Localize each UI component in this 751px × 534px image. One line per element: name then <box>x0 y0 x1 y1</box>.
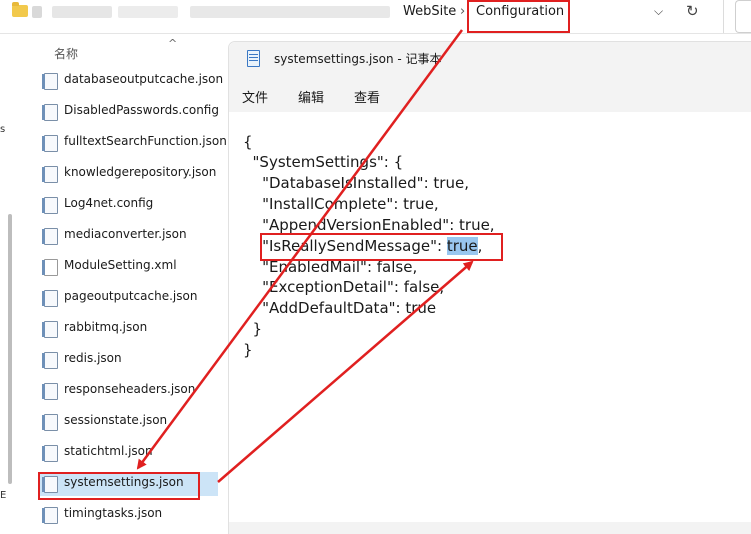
file-item[interactable]: pageoutputcache.json <box>38 286 218 310</box>
annotation-box-file <box>38 472 200 500</box>
sort-ascending-icon: ^ <box>168 37 178 50</box>
file-icon <box>42 352 58 369</box>
notepad-titlebar[interactable]: systemsettings.json - 记事本 <box>229 42 751 76</box>
file-icon <box>42 135 58 152</box>
file-name: sessionstate.json <box>64 413 168 427</box>
file-icon <box>42 166 58 183</box>
menu-edit[interactable]: 编辑 <box>298 87 324 106</box>
file-item[interactable]: databaseoutputcache.json <box>38 69 223 93</box>
scrollbar[interactable] <box>8 214 12 484</box>
column-header-name[interactable]: 名称 <box>54 45 78 62</box>
file-name: rabbitmq.json <box>64 320 148 334</box>
file-icon <box>42 104 58 121</box>
file-item[interactable]: timingtasks.json <box>38 503 218 527</box>
notepad-window: systemsettings.json - 记事本 文件 编辑 查看 { "Sy… <box>228 41 751 534</box>
annotation-box-setting <box>260 233 503 261</box>
nav-fragment: s <box>0 124 6 135</box>
file-item[interactable]: Log4net.config <box>38 193 218 217</box>
file-name: DisabledPasswords.config <box>64 103 219 117</box>
redacted-path <box>52 6 112 18</box>
file-name: Log4net.config <box>64 196 154 210</box>
file-name: knowledgerepository.json <box>64 165 217 179</box>
folder-icon <box>12 2 28 17</box>
menu-view[interactable]: 查看 <box>354 87 380 106</box>
notepad-icon <box>247 50 260 67</box>
file-item[interactable]: statichtml.json <box>38 441 218 465</box>
file-item[interactable]: ModuleSetting.xml <box>38 255 218 279</box>
nav-fragment: E <box>0 490 7 501</box>
file-item[interactable]: rabbitmq.json <box>38 317 218 341</box>
file-icon <box>42 197 58 214</box>
redacted-path <box>32 6 42 18</box>
window-title: systemsettings.json - 记事本 <box>274 52 442 66</box>
file-icon <box>42 228 58 245</box>
file-icon <box>42 383 58 400</box>
file-item[interactable]: fulltextSearchFunction.json <box>38 131 227 155</box>
refresh-icon[interactable]: ↻ <box>686 2 699 20</box>
code-line: "ExceptionDetail": false, <box>243 278 445 296</box>
file-item[interactable]: mediaconverter.json <box>38 224 218 248</box>
file-item[interactable]: knowledgerepository.json <box>38 162 218 186</box>
file-list: 名称 ^ databaseoutputcache.json DisabledPa… <box>22 34 232 533</box>
file-name: pageoutputcache.json <box>64 289 198 303</box>
file-icon <box>42 73 58 90</box>
code-line: "InstallComplete": true, <box>243 195 439 213</box>
file-name: fulltextSearchFunction.json <box>64 134 227 148</box>
annotation-box-configuration <box>467 0 570 33</box>
address-bar[interactable]: WebSite › Configuration ⌵ ↻ <box>0 0 751 34</box>
file-name: statichtml.json <box>64 444 153 458</box>
search-box[interactable] <box>735 0 751 33</box>
file-name: responseheaders.json <box>64 382 196 396</box>
file-icon <box>42 290 58 307</box>
file-item[interactable]: redis.json <box>38 348 218 372</box>
navigation-pane: s E <box>0 34 22 533</box>
code-line: { <box>243 133 253 151</box>
file-name: ModuleSetting.xml <box>64 258 177 272</box>
file-icon <box>42 445 58 462</box>
file-icon <box>42 507 58 524</box>
file-item[interactable]: sessionstate.json <box>38 410 218 434</box>
file-icon <box>42 321 58 338</box>
code-line: "DatabaseIsInstalled": true, <box>243 174 469 192</box>
file-name: timingtasks.json <box>64 506 163 520</box>
file-item[interactable]: responseheaders.json <box>38 379 218 403</box>
menu-file[interactable]: 文件 <box>242 87 268 106</box>
code-line: "AppendVersionEnabled": true, <box>243 216 495 234</box>
code-line: } <box>243 320 263 338</box>
file-icon <box>42 414 58 431</box>
menu-bar: 文件 编辑 查看 <box>229 76 751 112</box>
code-line: "SystemSettings": { <box>243 153 404 171</box>
breadcrumb-website[interactable]: WebSite <box>403 4 456 19</box>
status-bar <box>229 522 751 534</box>
code-line: } <box>243 341 253 359</box>
file-icon <box>42 259 58 276</box>
file-name: redis.json <box>64 351 122 365</box>
code-line: "AddDefaultData": true <box>243 299 437 317</box>
file-item[interactable]: DisabledPasswords.config <box>38 100 219 124</box>
text-editor[interactable]: { "SystemSettings": { "DatabaseIsInstall… <box>229 112 751 522</box>
file-name: mediaconverter.json <box>64 227 187 241</box>
redacted-path <box>118 6 178 18</box>
breadcrumb-separator: › <box>460 4 466 19</box>
redacted-path <box>190 6 390 18</box>
file-name: databaseoutputcache.json <box>64 72 224 86</box>
divider <box>723 0 724 33</box>
chevron-down-icon[interactable]: ⌵ <box>654 4 663 19</box>
